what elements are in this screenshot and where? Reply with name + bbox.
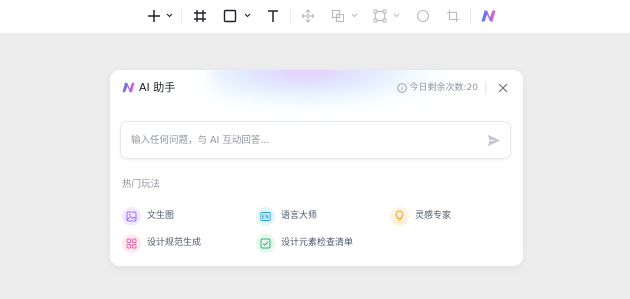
lightbulb-icon [395,210,404,221]
ai-logo-icon [481,10,495,22]
ellipse-tool-button[interactable] [414,5,432,27]
panel-header: AI 助手 今日剩余次数:20 [110,70,523,108]
boolean-icon [331,9,345,23]
boolean-tool-button[interactable] [329,5,347,27]
quota-info: 今日剩余次数:20 [396,82,479,94]
move-icon [301,9,315,23]
ai-assistant-button[interactable] [479,5,497,27]
feature-label: 文生图 [147,211,175,221]
checklist-icon [260,238,271,248]
panel-title: AI 助手 [139,81,176,94]
feature-label: 设计元素检查清单 [281,238,354,248]
info-icon [396,83,407,93]
frame-tool-button[interactable] [191,5,209,27]
feature-text-to-image[interactable]: 文生图 [122,206,174,226]
chevron-down-icon[interactable] [351,13,358,18]
section-title: 热门玩法 [122,179,161,190]
path-tool-button[interactable] [371,5,389,27]
image-icon [126,211,137,221]
text-tool-button[interactable] [264,5,282,27]
feature-label: 设计规范生成 [147,238,202,248]
ai-logo-icon [122,82,135,93]
feature-icon-badge [256,206,275,226]
plus-icon [148,10,160,22]
feature-design-element-checklist[interactable]: 设计元素检查清单 [256,233,353,253]
add-tool-button[interactable] [145,5,163,27]
ai-assistant-panel: AI 助手 今日剩余次数:20 热门玩法 文生图 [110,70,523,266]
chevron-down-icon[interactable] [393,13,400,18]
toolbar-divider [470,9,471,23]
grid-icon [126,238,137,248]
feature-design-spec-generation[interactable]: 设计规范生成 [122,233,201,253]
chevron-down-icon[interactable] [244,13,251,18]
crop-tool-button[interactable] [444,5,462,27]
rectangle-icon [223,9,237,23]
crop-icon [447,10,459,22]
feature-icon-badge [256,233,275,253]
top-toolbar [0,0,630,33]
question-input-box [120,121,511,159]
toolbar-divider [290,9,291,23]
quota-text: 今日剩余次数:20 [409,83,479,93]
path-icon [373,9,387,23]
circle-icon [416,9,430,23]
text-icon [268,10,278,22]
en-icon [260,211,271,221]
feature-language-master[interactable]: 语言大师 [256,206,317,226]
feature-label: 语言大师 [281,211,318,221]
close-icon[interactable] [497,82,509,94]
rectangle-tool-button[interactable] [221,5,239,27]
frame-icon [194,10,206,22]
question-input[interactable] [131,131,471,149]
toolbar-divider [181,9,182,23]
move-tool-button[interactable] [299,5,317,27]
feature-icon-badge [122,206,141,226]
header-divider [485,82,486,94]
send-icon[interactable] [487,134,501,147]
feature-label: 灵感专家 [415,211,452,221]
feature-icon-badge [122,233,141,253]
feature-inspiration-expert[interactable]: 灵感专家 [390,206,451,226]
chevron-down-icon[interactable] [166,13,173,18]
feature-icon-badge [390,206,409,226]
